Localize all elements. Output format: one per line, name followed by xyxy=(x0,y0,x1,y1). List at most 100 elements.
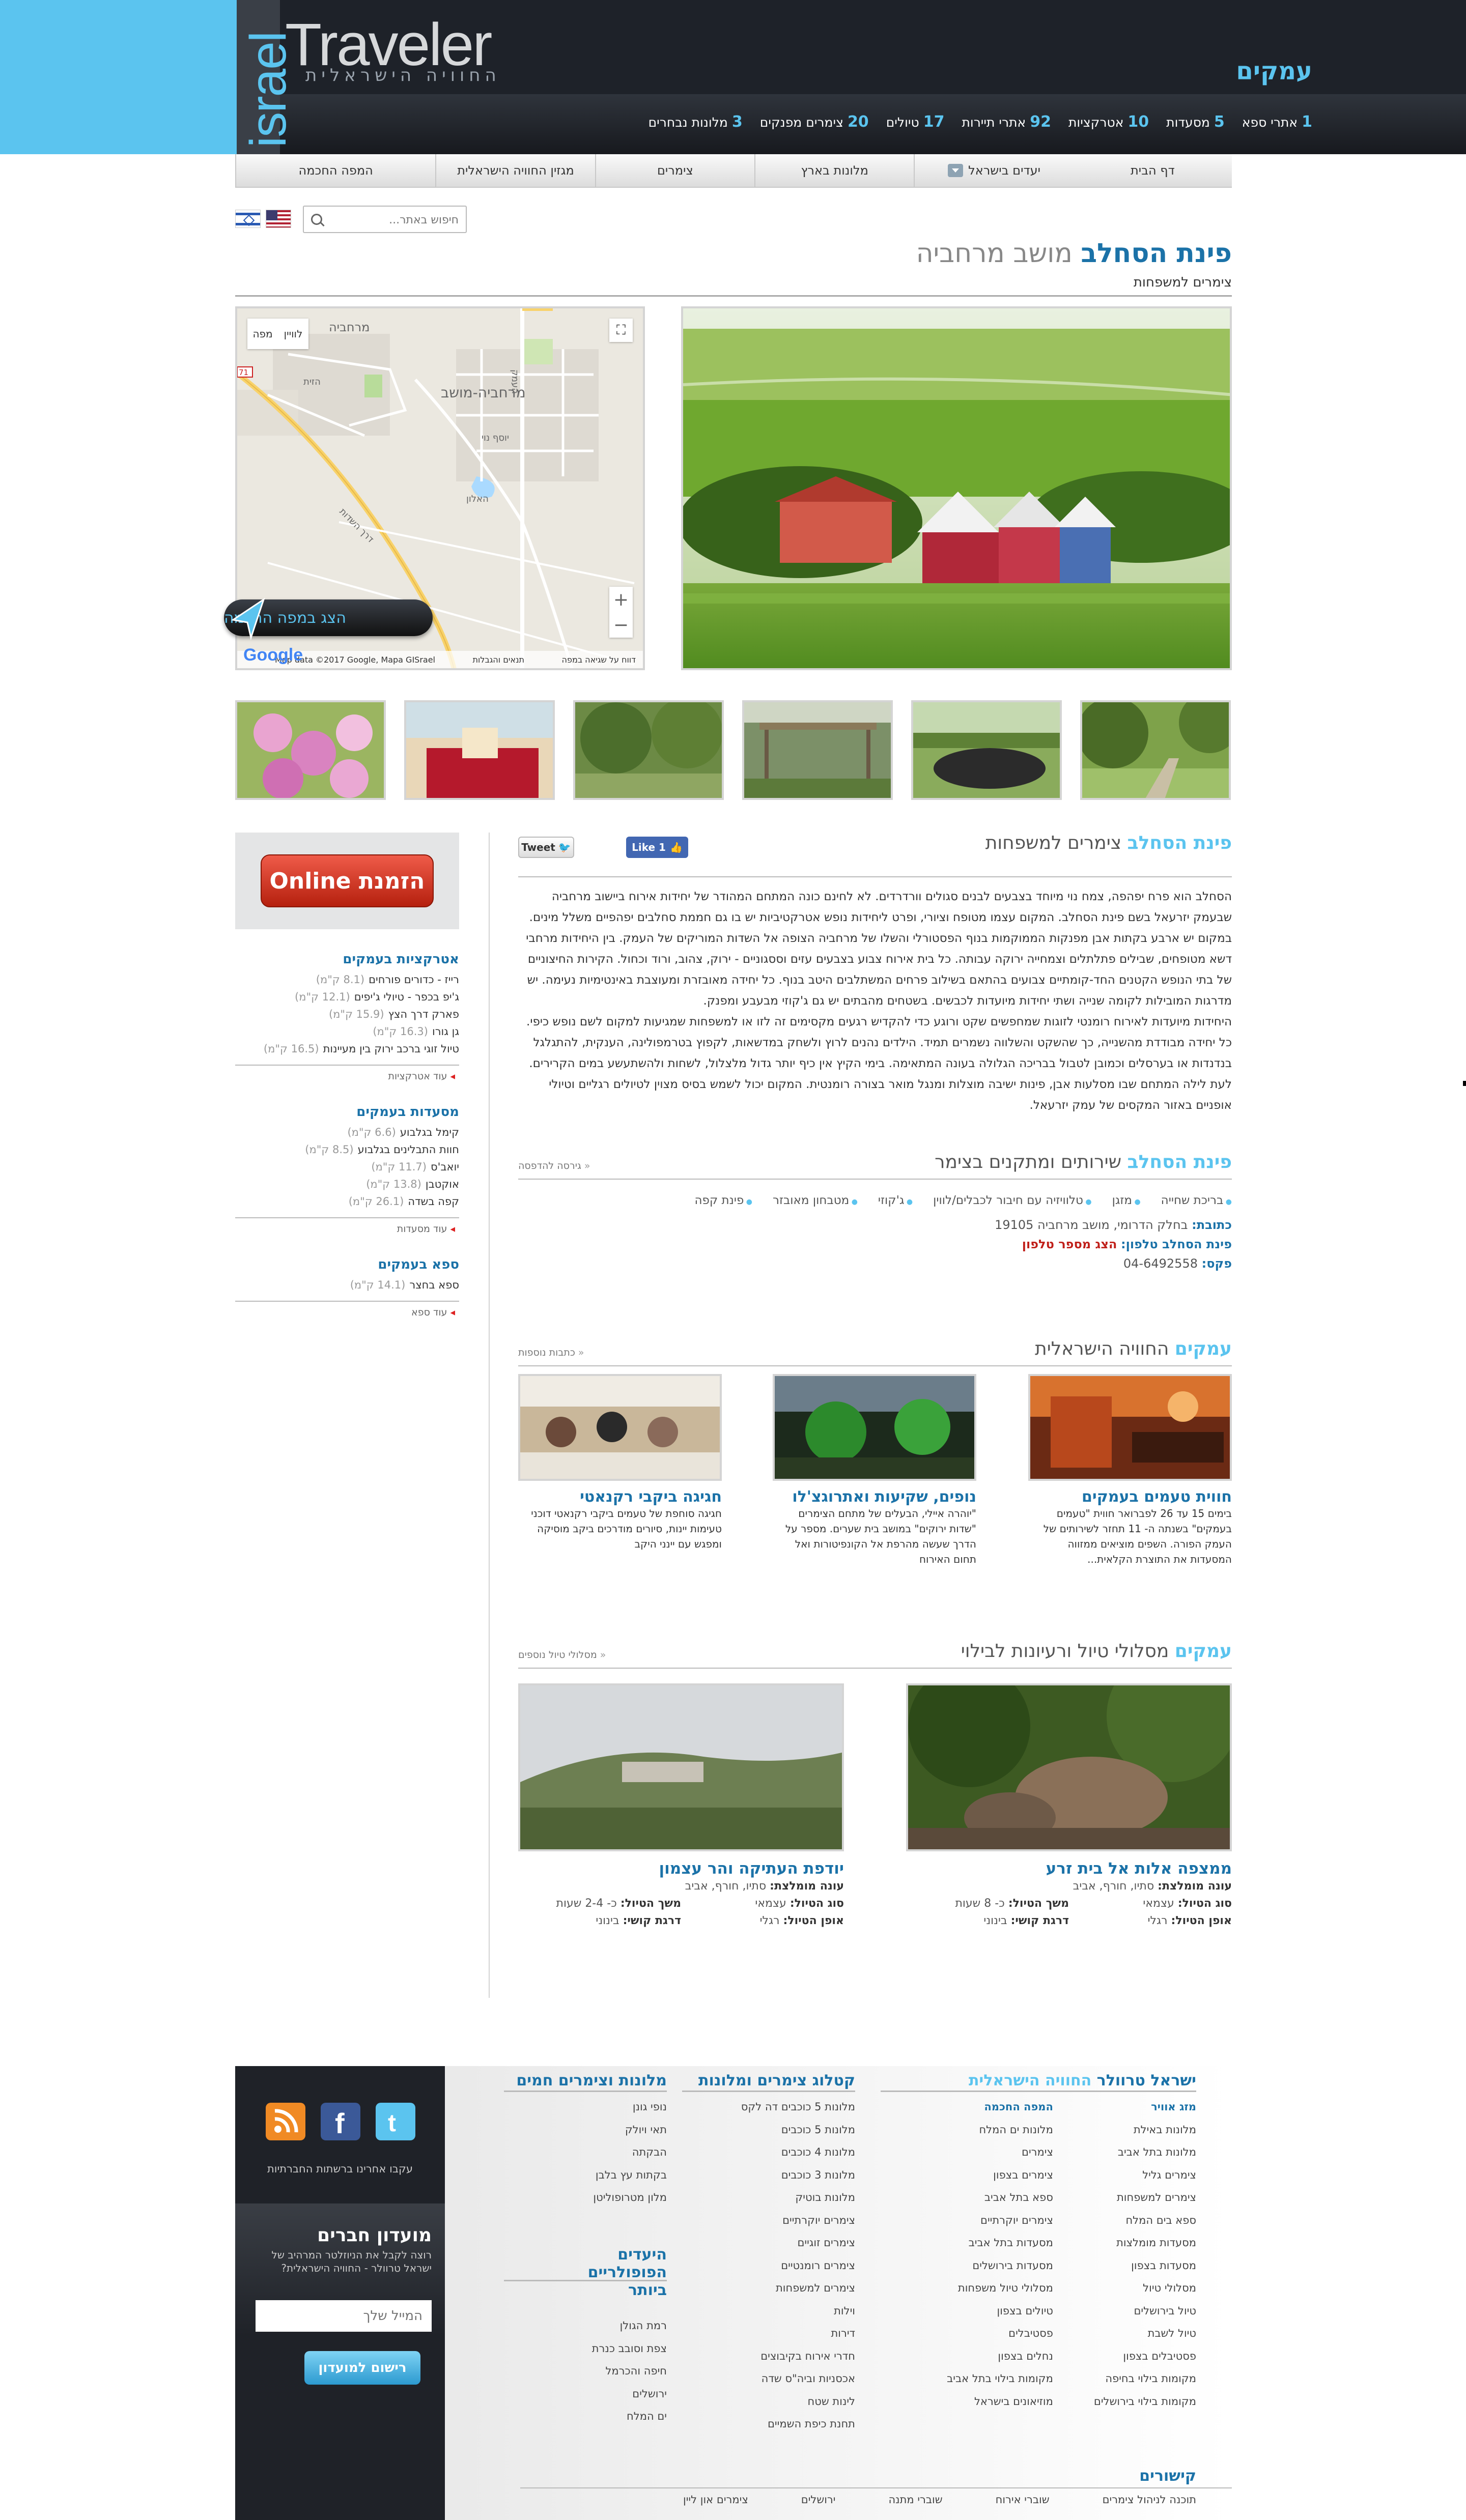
footer-link[interactable]: טיולים בצפון xyxy=(947,2300,1053,2323)
more-restaurants-link[interactable]: עוד מסעדות xyxy=(235,1217,459,1235)
trail-title[interactable]: ממצפה אלות אל בית זרע xyxy=(906,1859,1232,1878)
sidebar-attractions-title[interactable]: אטרקציות בעמקים xyxy=(235,952,459,967)
tweet-button[interactable]: 🐦 Tweet xyxy=(518,837,574,858)
flag-israel-icon[interactable] xyxy=(235,210,261,228)
footer-link[interactable]: ספא בתל אביב xyxy=(947,2186,1053,2209)
chevron-down-icon[interactable] xyxy=(948,164,964,177)
footer-link[interactable]: וילות xyxy=(682,2300,855,2323)
list-item[interactable]: חוות התבלינים בגלבוע(8.5 ק"מ) xyxy=(235,1141,459,1158)
stat-sites[interactable]: 92אתרי תיירות xyxy=(962,113,1051,131)
page-category[interactable]: צימרים למשפחות xyxy=(1134,275,1232,290)
thumbnail[interactable] xyxy=(911,700,1062,800)
nav-destinations[interactable]: יעדים בישראל xyxy=(914,154,1073,187)
main-photo[interactable] xyxy=(681,306,1232,670)
footer-link[interactable]: פסטיבלים בצפון xyxy=(1094,2345,1196,2368)
more-trails-link[interactable]: מסלולי טיול נוספים xyxy=(518,1649,606,1660)
map-terms-link[interactable]: תנאים והגבלות xyxy=(472,655,524,665)
footer-link[interactable]: מסעדות בתל אביב xyxy=(947,2231,1053,2254)
map-type-satellite[interactable]: לוויין xyxy=(278,319,308,349)
footer-link[interactable]: מלונות 3 כוכבים xyxy=(682,2164,855,2187)
article-card[interactable]: נופים, שקיעות ואתרוגצ'לו "יוהרה איילי, ה… xyxy=(773,1374,976,1567)
footer-link[interactable]: מלונות ים המלח xyxy=(947,2118,1053,2141)
footer-link[interactable]: מסלולי טיול משפחות xyxy=(947,2277,1053,2300)
article-title[interactable]: נופים, שקיעות ואתרוגצ'לו xyxy=(773,1488,976,1506)
article-card[interactable]: חגיגה ביקבי רקנאטי חגיגה סוחפת של טעמים … xyxy=(518,1374,722,1552)
trail-title[interactable]: יודפת העתיקה והר עצמון xyxy=(518,1859,844,1878)
footer-link[interactable]: מסעדות בצפון xyxy=(1094,2254,1196,2277)
facebook-like-button[interactable]: 👍 Like 1 xyxy=(626,837,688,858)
list-item[interactable]: פארק דרך הצץ (15.9 ק"מ) xyxy=(235,1006,459,1023)
footer-link[interactable]: מלונות 5 כוכבים xyxy=(682,2118,855,2141)
list-item[interactable]: אוקטבן (13.8 ק"מ) xyxy=(235,1176,459,1193)
footer-link[interactable]: תחנת כיפת השמיים xyxy=(682,2413,855,2436)
article-title[interactable]: חגיגה ביקבי רקנאטי xyxy=(518,1488,722,1506)
rss-icon[interactable] xyxy=(266,2103,305,2140)
stat-spa[interactable]: 1אתרי ספא xyxy=(1242,113,1312,131)
list-item[interactable]: קפה בשדה (26.1 ק"מ) xyxy=(235,1193,459,1210)
footer-link[interactable]: מקומות בילוי בתל אביב xyxy=(947,2367,1053,2390)
list-item[interactable]: טיול זוגי ברכב ירוק בין מעיינות (16.5 ק"מ… xyxy=(235,1040,459,1057)
nav-hotels[interactable]: מלונות בארץ xyxy=(754,154,914,187)
stat-attractions[interactable]: 10אטרקציות xyxy=(1068,113,1149,131)
footer-link[interactable]: מלונות 5 כוכבים דה לקס xyxy=(682,2096,855,2118)
email-field[interactable] xyxy=(256,2300,432,2332)
nav-smart-map[interactable]: המפה החכמה xyxy=(235,154,435,187)
article-card[interactable]: חווית טעמים בעמקים בימים 15 עד 26 לפברוא… xyxy=(1028,1374,1232,1567)
footer-link[interactable]: ירושלים xyxy=(801,2494,836,2506)
stat-hotels[interactable]: 3מלונות נבחרים xyxy=(649,113,743,131)
stat-trips[interactable]: 17טיולים xyxy=(886,113,945,131)
show-phone-link[interactable]: הצג מספר טלפון xyxy=(1022,1237,1117,1251)
sidebar-spa-title[interactable]: ספא בעמקים xyxy=(235,1257,459,1272)
map-type-map[interactable]: מפה xyxy=(247,319,278,349)
more-attractions-link[interactable]: עוד אטרקציות xyxy=(235,1065,459,1082)
flag-usa-icon[interactable] xyxy=(266,210,291,228)
footer-link[interactable]: צימרים גליל xyxy=(1094,2164,1196,2187)
footer-link[interactable]: צימרים זוגיים xyxy=(682,2231,855,2254)
footer-link[interactable]: מלונות 4 כוכבים xyxy=(682,2141,855,2164)
footer-link[interactable]: נחלים בצפון xyxy=(947,2345,1053,2368)
footer-link[interactable]: חיפה והכרמל xyxy=(504,2360,667,2383)
footer-link[interactable]: לינות שטח xyxy=(682,2390,855,2413)
footer-link[interactable]: דירות xyxy=(682,2322,855,2345)
thumbnail[interactable] xyxy=(1080,700,1231,800)
footer-link[interactable]: תאי ויולק xyxy=(504,2118,667,2141)
thumbnail[interactable] xyxy=(742,700,893,800)
list-item[interactable]: קימל בגלבוע (6.6 ק"מ) xyxy=(235,1124,459,1141)
footer-link[interactable]: מלונות בוטיק xyxy=(682,2186,855,2209)
footer-link[interactable]: צימרים און ליין xyxy=(683,2494,748,2506)
list-item[interactable]: ג'יפ בכפר - טיולי ג'יפים (12.1 ק"מ) xyxy=(235,988,459,1006)
print-version-link[interactable]: גירסה להדפסה xyxy=(518,1160,590,1171)
list-item[interactable]: יואב'ס (11.7 ק"מ) xyxy=(235,1158,459,1176)
map-report-link[interactable]: דווח על שגיאה במפה xyxy=(562,655,636,665)
list-item[interactable]: רייז - כדורים פורחים (8.1 ק"מ) xyxy=(235,971,459,988)
trail-image[interactable] xyxy=(518,1683,844,1851)
article-image[interactable] xyxy=(773,1374,976,1481)
nav-home[interactable]: דף הבית xyxy=(1074,154,1232,187)
fullscreen-icon[interactable]: ⛶ xyxy=(609,319,633,342)
footer-link[interactable]: מסעדות בירושלים xyxy=(947,2254,1053,2277)
footer-link[interactable]: מזג אוויר xyxy=(1094,2096,1196,2118)
trail-image[interactable] xyxy=(906,1683,1232,1851)
footer-link[interactable]: ירושלים xyxy=(504,2383,667,2406)
club-signup-button[interactable]: רישום למועדון xyxy=(304,2351,420,2385)
thumbnail[interactable] xyxy=(404,700,555,800)
search-input[interactable] xyxy=(326,212,459,228)
sidebar-restaurants-title[interactable]: מסעדות בעמקים xyxy=(235,1104,459,1120)
thumbnail[interactable] xyxy=(235,700,386,800)
article-image[interactable] xyxy=(518,1374,722,1481)
facebook-icon[interactable]: f xyxy=(321,2103,360,2140)
footer-link[interactable]: צפת וסובב כנרת xyxy=(504,2337,667,2360)
footer-link[interactable]: בקתות עץ בלבן xyxy=(504,2164,667,2187)
footer-link[interactable]: ספא בים המלח xyxy=(1094,2209,1196,2232)
list-item[interactable]: גן גורו (16.3 ק"מ) xyxy=(235,1023,459,1040)
footer-link[interactable]: המפה החכמה xyxy=(947,2096,1053,2118)
nav-magazine[interactable]: מגזין החוויה הישראלית xyxy=(435,154,595,187)
footer-link[interactable]: חדרי אירוח בקיבוצים xyxy=(682,2345,855,2368)
trail-card[interactable]: ממצפה אלות אל בית זרע עונה מומלצת: סתיו,… xyxy=(906,1683,1232,1930)
article-image[interactable] xyxy=(1028,1374,1232,1481)
footer-link[interactable]: מלונות בתל אביב xyxy=(1094,2141,1196,2164)
twitter-icon[interactable]: t xyxy=(376,2103,415,2140)
more-spa-link[interactable]: עוד ספא xyxy=(235,1301,459,1318)
list-item[interactable]: ספא בחצר(14.1 ק"מ) xyxy=(235,1276,459,1294)
footer-link[interactable]: מוזיאונים בישראל xyxy=(947,2390,1053,2413)
